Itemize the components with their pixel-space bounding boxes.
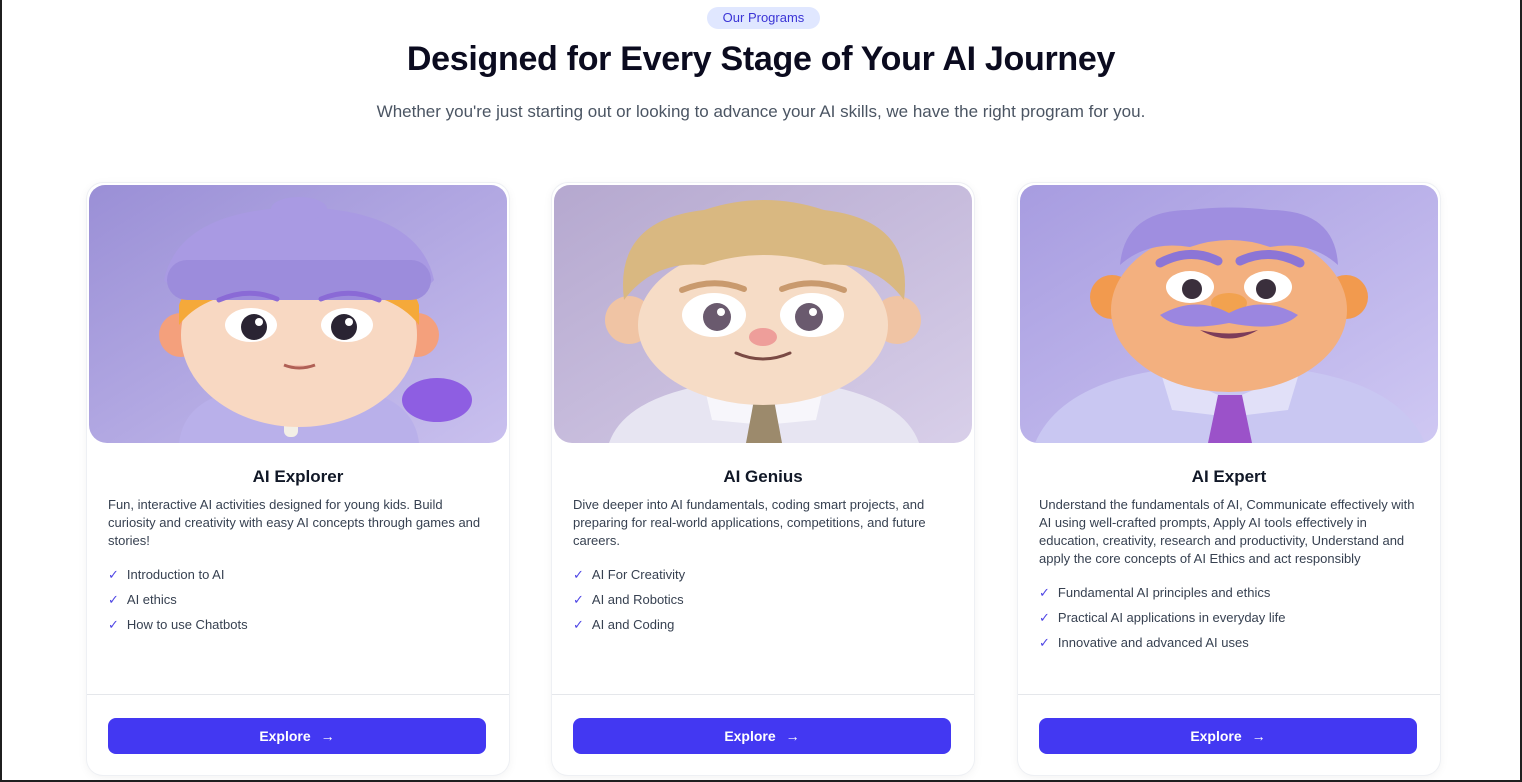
feature-item: ✓ AI and Coding [573,617,675,632]
program-description: Understand the fundamentals of AI, Commu… [1039,497,1415,566]
program-card-ai-expert: AI Expert Understand the fundamentals of… [1018,183,1440,775]
check-icon: ✓ [1039,635,1050,650]
ai-genius-avatar-image [554,185,972,443]
feature-item: ✓ AI For Creativity [573,567,686,582]
check-icon: ✓ [573,592,584,607]
feature-item: ✓ Innovative and advanced AI uses [1039,635,1249,650]
arrow-right-icon: → [785,728,800,744]
card-divider [552,694,974,695]
page-subtitle: Whether you're just starting out or look… [376,102,1146,121]
feature-list: ✓ Introduction to AI ✓ AI ethics ✓ How to u… [108,562,248,637]
arrow-right-icon: → [1251,728,1266,744]
arrow-right-icon: → [320,728,335,744]
feature-item: ✓ AI and Robotics [573,592,684,607]
ai-expert-avatar-image [1020,185,1438,443]
program-card-ai-genius: AI Genius Dive deeper into AI fundamenta… [552,183,974,775]
check-icon: ✓ [108,592,119,607]
program-title: AI Genius [723,467,803,486]
card-divider [87,694,509,695]
feature-item: ✓ Practical AI applications in everyday l… [1039,610,1286,625]
ai-explorer-avatar-image [89,185,507,443]
program-title: AI Expert [1191,467,1267,486]
explore-button-ai-explorer[interactable]: Explore → [108,718,486,754]
explore-button-ai-genius[interactable]: Explore → [573,718,951,754]
check-icon: ✓ [573,617,584,632]
section-badge: Our Programs [707,7,820,29]
program-title: AI Explorer [252,467,344,486]
feature-item: ✓ Fundamental AI principles and ethics [1039,585,1271,600]
feature-list: ✓ Fundamental AI principles and ethics ✓ P… [1039,580,1286,655]
feature-list: ✓ AI For Creativity ✓ AI and Robotics ✓ AI … [573,562,685,637]
program-description: Dive deeper into AI fundamentals, coding… [573,497,926,548]
check-icon: ✓ [1039,610,1050,625]
feature-item: ✓ AI ethics [108,592,177,607]
feature-item: ✓ How to use Chatbots [108,617,248,632]
program-description: Fun, interactive AI activities designed … [108,497,481,548]
check-icon: ✓ [1039,585,1050,600]
check-icon: ✓ [108,567,119,582]
program-card-ai-explorer: AI Explorer Fun, interactive AI activiti… [87,183,509,775]
check-icon: ✓ [108,617,119,632]
explore-button-ai-expert[interactable]: Explore → [1039,718,1417,754]
card-divider [1018,694,1440,695]
page-title: Designed for Every Stage of Your AI Jour… [406,40,1116,78]
check-icon: ✓ [573,567,584,582]
feature-item: ✓ Introduction to AI [108,567,225,582]
